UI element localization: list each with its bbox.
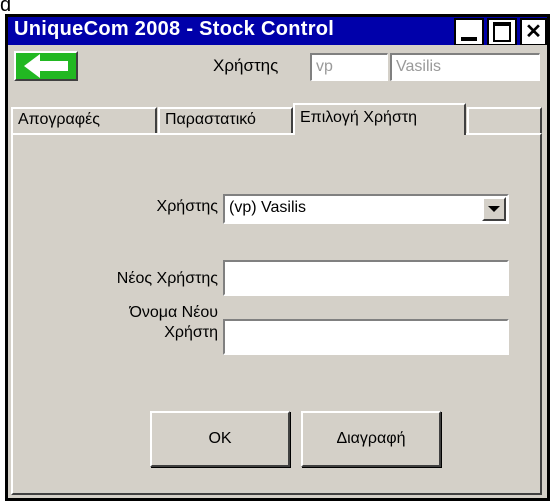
tab-panel-frame: Χρήστης (vp) Vasilis Νέος Χρήστης Όνομα …: [11, 133, 542, 495]
current-user-label: Χρήστης: [213, 56, 279, 75]
new-user-label: Νέος Χρήστης: [116, 270, 218, 287]
tab-inventories[interactable]: Απογραφές: [11, 107, 157, 133]
user-select-dropdown-button[interactable]: [482, 197, 506, 221]
app-window: UniqueCom 2008 - Stock Control ✕ Χρήστης…: [5, 14, 550, 501]
new-user-name-label: Όνομα Νέου Χρήστη: [129, 304, 218, 341]
user-select[interactable]: (vp) Vasilis: [223, 194, 509, 224]
ok-button[interactable]: OK: [150, 411, 290, 467]
current-user-code-field: vp: [310, 53, 388, 81]
minimize-icon: [461, 37, 477, 41]
window-title: UniqueCom 2008 - Stock Control: [14, 18, 335, 40]
close-icon: ✕: [525, 21, 542, 43]
delete-button[interactable]: Διαγραφή: [301, 411, 441, 467]
current-user-name-field: Vasilis: [390, 53, 540, 81]
tab-strip: Απογραφές Παραστατικό Επιλογή Χρήστη: [8, 85, 547, 135]
tab-user-selection[interactable]: Επιλογή Χρήστη: [293, 103, 466, 135]
close-button[interactable]: ✕: [520, 18, 547, 46]
chevron-down-icon: [488, 206, 500, 212]
tab-panel: Χρήστης (vp) Vasilis Νέος Χρήστης Όνομα …: [8, 133, 547, 498]
tab-document[interactable]: Παραστατικό: [158, 107, 293, 133]
new-user-name-input[interactable]: [223, 319, 509, 355]
title-bar: UniqueCom 2008 - Stock Control ✕: [8, 17, 547, 46]
back-button[interactable]: [14, 51, 78, 81]
new-user-input[interactable]: [223, 260, 509, 296]
user-select-label: Χρήστης: [156, 198, 218, 215]
arrow-left-icon: [24, 54, 68, 78]
toolbar: Χρήστης vp Vasilis: [8, 45, 547, 85]
tab-empty-space: [467, 107, 542, 133]
maximize-button[interactable]: [487, 18, 517, 46]
maximize-icon: [493, 22, 511, 42]
user-select-value: (vp) Vasilis: [229, 199, 307, 216]
minimize-button[interactable]: [454, 18, 484, 46]
